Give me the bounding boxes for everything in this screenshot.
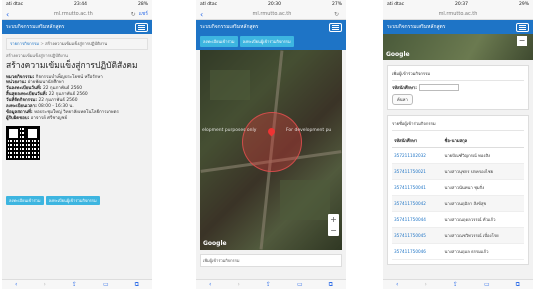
forward-icon[interactable]: › — [43, 281, 45, 288]
table-row[interactable]: 357411750021 นางสาวนุชกร ปกครองไชย — [392, 163, 524, 180]
share-icon[interactable]: ⇪ — [453, 281, 458, 288]
back-icon[interactable]: ‹ — [15, 281, 17, 288]
add-participant-heading: เพิ่มผู้เข้าร่วมกิจกรรม — [200, 254, 342, 267]
clock: 20:30 — [268, 2, 281, 7]
app-title[interactable]: ระบบกิจกรรมเสริมหลักสูตร — [6, 23, 64, 31]
breadcrumb: รายการกิจกรรม > สร้างความเข้มแข็งสู่การป… — [6, 38, 148, 50]
map-watermark: elopment purposes only — [202, 128, 257, 133]
navbar: ระบบกิจกรรมเสริมหลักสูตร — [383, 20, 533, 34]
table-row[interactable]: 357411750046 นางสาวนฤมล ธรรมแก้ว — [392, 243, 524, 260]
table-row[interactable]: 357211102032 นายปัณฑ์วิญกรณ์ ทองสิง — [392, 147, 524, 164]
register-button[interactable]: ลงทะเบียนเข้าร่วม — [6, 196, 44, 206]
address-bar[interactable]: ‹ ml.rmutto.ac.th ↻ — [196, 9, 346, 20]
forward-icon[interactable]: › — [424, 281, 426, 288]
participant-checkin-button[interactable]: ลงทะเบียนผู้เข้าร่วมกิจกรรม — [239, 36, 294, 47]
battery: 28% — [137, 2, 148, 7]
breadcrumb-current: สร้างความเข้มแข็งสู่การปฏิบัติงาน — [45, 41, 108, 46]
zoom-in-button[interactable]: + — [330, 214, 337, 225]
table-row[interactable]: 357411750044 นางสาวณฤดลวรรณ์ ทัวแก้ว — [392, 211, 524, 228]
participant-list-card: รายชื่อผู้เข้าร่วมกิจกรรม รหัสนักศึกษา ช… — [387, 115, 529, 265]
student-id-input[interactable] — [418, 84, 459, 91]
search-button[interactable]: ค้นหา — [392, 94, 413, 105]
zoom-control: + − — [328, 214, 339, 236]
google-logo: Google — [386, 51, 410, 58]
column-header: ชื่อ-นามสกุล — [442, 134, 524, 148]
card-title: รายชื่อผู้เข้าร่วมกิจกรรม — [392, 120, 524, 131]
carrier: ati dtac — [6, 2, 24, 7]
battery: 27% — [331, 2, 342, 7]
page-title: สร้างความเข้มแข็งสู่การปฏิบัติสังคม — [6, 61, 138, 72]
browser-toolbar: ‹ › ⇪ ▭ ⧉ — [196, 279, 346, 289]
table-row[interactable]: 357411750041 นางสาวนันทนา ชุมกิ่ง — [392, 179, 524, 196]
carrier: atl dtac — [200, 2, 218, 7]
forward-icon[interactable]: › — [237, 281, 239, 288]
address-bar[interactable]: ‹ ml.rmutto.ac.th ↻ แชร์ — [2, 9, 152, 20]
zoom-out-button[interactable]: − — [517, 36, 527, 46]
phone-screen-map: atl dtac 20:30 27% ‹ ml.rmutto.ac.th ↻ ร… — [196, 0, 346, 289]
carrier: ati dtac — [387, 2, 405, 7]
card-title: เพิ่มผู้เข้าร่วมกิจกรรม — [392, 70, 524, 81]
share-icon[interactable]: ⇪ — [72, 281, 77, 288]
menu-icon[interactable] — [135, 22, 148, 32]
back-icon[interactable]: ‹ — [200, 10, 210, 19]
add-participant-card: เพิ่มผู้เข้าร่วมกิจกรรม รหัสนักศึกษา: ค้… — [387, 65, 529, 110]
app-title[interactable]: ระบบกิจกรรมเสริมหลักสูตร — [387, 23, 445, 31]
back-icon[interactable]: ‹ — [209, 281, 211, 288]
address-bar[interactable]: ml.rmutto.ac.th — [383, 9, 533, 20]
detail-row: ผู้รับผิดชอบ: อาจารย์ ศรีชาญชย์ — [6, 116, 68, 122]
bookmarks-icon[interactable]: ▭ — [484, 281, 490, 288]
student-id-label: รหัสนักศึกษา: — [392, 85, 417, 90]
share-link[interactable]: แชร์ — [139, 10, 148, 18]
app-title[interactable]: ระบบกิจกรรมเสริมหลักสูตร — [200, 23, 258, 31]
location-radius — [242, 112, 302, 172]
map-watermark: For development pu — [286, 128, 332, 133]
share-icon[interactable]: ⇪ — [266, 281, 271, 288]
clock: 23:44 — [74, 2, 87, 7]
refresh-icon[interactable]: ↻ — [334, 11, 339, 18]
qr-code — [6, 126, 40, 161]
table-row[interactable]: 357411750045 นางสาวณชวิทวรรณ์ เบื่องโรย — [392, 227, 524, 244]
status-bar: ati dtac 23:44 28% — [2, 0, 152, 9]
zoom-out-button[interactable]: − — [330, 225, 337, 236]
table-row[interactable]: 357411750042 นางสาวนฤมิลา สังข์สุข — [392, 195, 524, 212]
page-subtitle: สร้างความเข้มแข็งสู่การปฏิบัติงาน — [6, 52, 68, 58]
tabs-icon[interactable]: ⧉ — [135, 281, 139, 289]
url-text[interactable]: ml.rmutto.ac.th — [210, 11, 334, 17]
map-view[interactable]: − Google — [383, 34, 533, 60]
tabs-icon[interactable]: ⧉ — [516, 281, 520, 289]
battery: 29% — [518, 2, 529, 7]
tabs-icon[interactable]: ⧉ — [329, 281, 333, 289]
clock: 20:37 — [455, 2, 468, 7]
participant-table: รหัสนักศึกษา ชื่อ-นามสกุล 357211102032 นา… — [392, 134, 524, 260]
browser-toolbar: ‹ › ⇪ ▭ ⧉ — [2, 279, 152, 289]
bookmarks-icon[interactable]: ▭ — [103, 281, 109, 288]
register-button[interactable]: ลงทะเบียนเข้าร่วม — [200, 36, 238, 47]
map-view[interactable]: elopment purposes only For development p… — [200, 50, 342, 250]
participant-checkin-button[interactable]: ลงทะเบียนผู้เข้าร่วมกิจกรรม — [45, 196, 100, 206]
url-text[interactable]: ml.rmutto.ac.th — [16, 11, 131, 17]
navbar: ระบบกิจกรรมเสริมหลักสูตร — [2, 20, 152, 34]
column-header: รหัสนักศึกษา — [392, 134, 443, 148]
status-bar: atl dtac 20:30 27% — [196, 0, 346, 9]
browser-toolbar: ‹ › ⇪ ▭ ⧉ — [383, 279, 533, 289]
breadcrumb-home[interactable]: รายการกิจกรรม — [10, 41, 39, 46]
navbar: ระบบกิจกรรมเสริมหลักสูตร — [196, 20, 346, 34]
menu-icon[interactable] — [329, 22, 342, 32]
status-bar: ati dtac 20:37 29% — [383, 0, 533, 9]
url-text[interactable]: ml.rmutto.ac.th — [387, 11, 529, 17]
phone-screen-activity-detail: ati dtac 23:44 28% ‹ ml.rmutto.ac.th ↻ แ… — [2, 0, 152, 289]
back-icon[interactable]: ‹ — [6, 10, 16, 19]
google-logo: Google — [203, 240, 227, 247]
refresh-icon[interactable]: ↻ — [131, 11, 136, 18]
action-buttons: ลงทะเบียนเข้าร่วม ลงทะเบียนผู้เข้าร่วมกิ… — [196, 34, 346, 50]
back-icon[interactable]: ‹ — [396, 281, 398, 288]
menu-icon[interactable] — [516, 22, 529, 32]
phone-screen-participants: ati dtac 20:37 29% ml.rmutto.ac.th ระบบก… — [383, 0, 533, 289]
bookmarks-icon[interactable]: ▭ — [297, 281, 303, 288]
